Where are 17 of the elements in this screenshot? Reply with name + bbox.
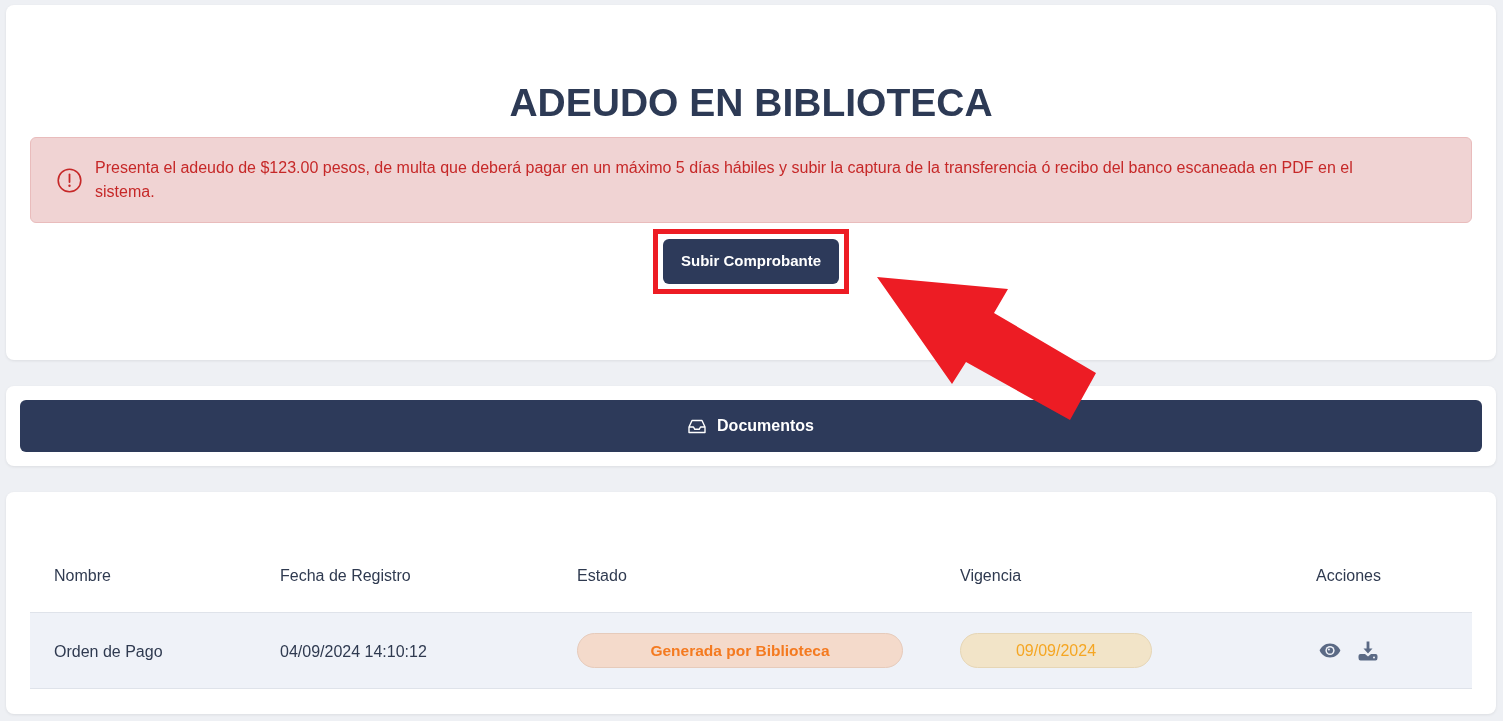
upload-button[interactable]: Subir Comprobante xyxy=(663,239,839,284)
column-header: Nombre xyxy=(54,566,111,586)
warning-icon xyxy=(57,167,82,193)
document-name: Orden de Pago xyxy=(54,641,163,662)
alert-message: Presenta el adeudo de $123.00 pesos, de multa que deberá pagar en un máximo 5 días hábiles y subir la captura de la transferencia ó recibo del banco escaneada en PDF en el sistema. xyxy=(95,158,1354,202)
column-header: Fecha de Registro xyxy=(280,566,411,586)
registration-date: 04/09/2024 14:10:12 xyxy=(280,641,427,662)
inbox-icon xyxy=(688,418,707,434)
expiry-badge: 09/09/2024 xyxy=(960,633,1152,668)
page-title: ADEUDO EN BIBLIOTECA xyxy=(509,80,993,126)
documents-button[interactable]: Documentos xyxy=(20,400,1482,452)
status-badge: Generada por Biblioteca xyxy=(577,633,903,668)
view-icon[interactable] xyxy=(1319,643,1341,658)
column-header: Estado xyxy=(577,566,627,586)
download-icon[interactable] xyxy=(1358,640,1378,661)
column-header: Vigencia xyxy=(960,566,1022,586)
column-header: Acciones xyxy=(1316,566,1381,586)
